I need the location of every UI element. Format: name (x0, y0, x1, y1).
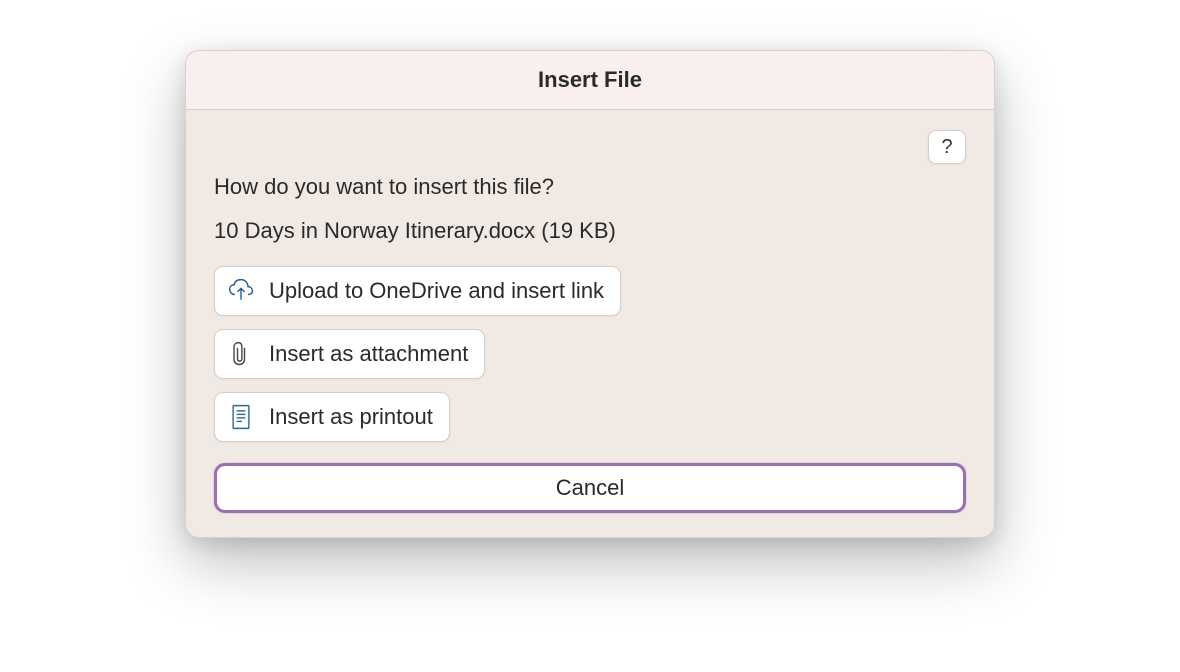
help-icon: ? (941, 136, 952, 159)
prompt-text: How do you want to insert this file? (214, 174, 966, 200)
cancel-button[interactable]: Cancel (214, 463, 966, 513)
upload-onedrive-label: Upload to OneDrive and insert link (269, 278, 604, 304)
filename-text: 10 Days in Norway Itinerary.docx (19 KB) (214, 218, 966, 244)
dialog-header: Insert File (186, 51, 994, 110)
insert-attachment-button[interactable]: Insert as attachment (214, 329, 485, 379)
dialog-body: ? How do you want to insert this file? 1… (186, 110, 994, 537)
paperclip-icon (225, 338, 257, 370)
dialog-title: Insert File (186, 67, 994, 93)
options-container: Upload to OneDrive and insert link Inser… (214, 266, 966, 455)
insert-file-dialog: Insert File ? How do you want to insert … (185, 50, 995, 538)
help-button[interactable]: ? (928, 130, 966, 164)
cloud-upload-icon (225, 275, 257, 307)
insert-printout-label: Insert as printout (269, 404, 433, 430)
cancel-label: Cancel (556, 475, 624, 500)
upload-onedrive-button[interactable]: Upload to OneDrive and insert link (214, 266, 621, 316)
printout-icon (225, 401, 257, 433)
insert-printout-button[interactable]: Insert as printout (214, 392, 450, 442)
insert-attachment-label: Insert as attachment (269, 341, 468, 367)
